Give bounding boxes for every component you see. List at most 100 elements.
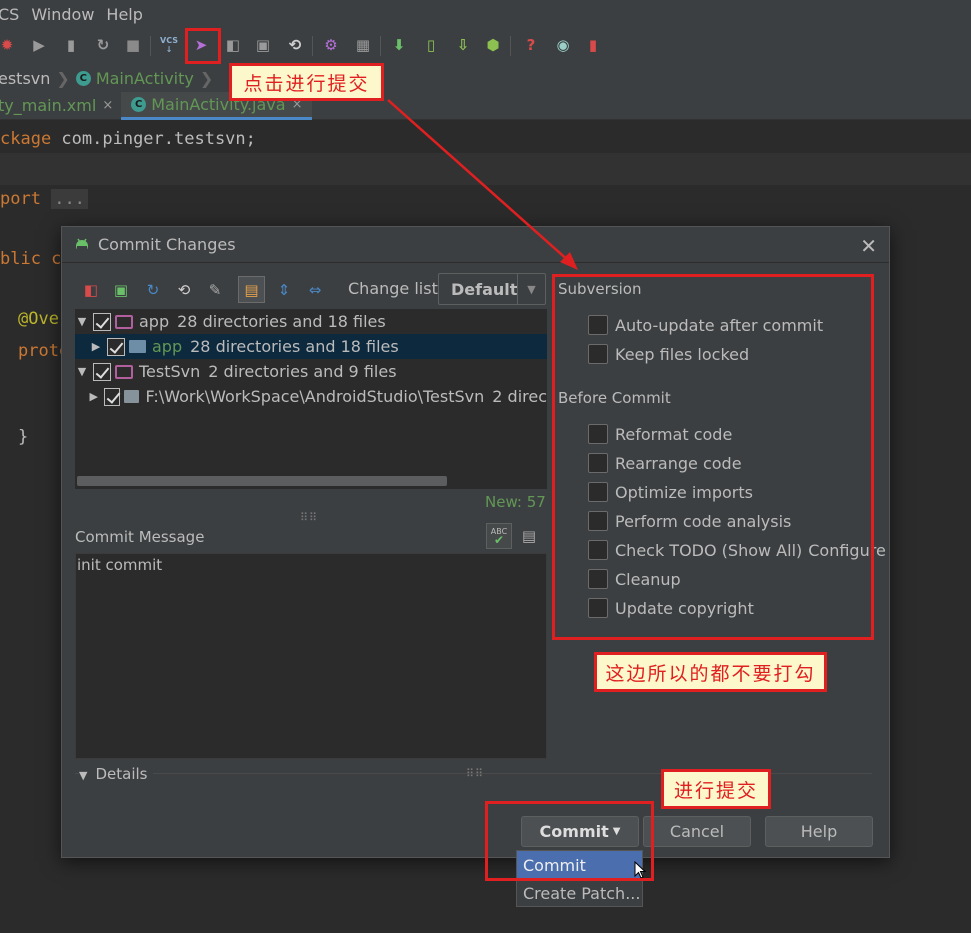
expand-all-icon[interactable]: ⇕: [273, 279, 295, 301]
tree-item-info: 2 direc: [492, 387, 547, 406]
check-mark-icon: ✔: [493, 533, 505, 547]
tab-activity-main-xml[interactable]: ty_main.xml ×: [0, 92, 121, 120]
menu-help[interactable]: Help: [106, 5, 142, 24]
new-files-count: New: 57: [485, 493, 546, 511]
refresh-icon[interactable]: ↻: [142, 279, 164, 301]
code-line: blic c: [0, 249, 61, 269]
android-studio-icon: [76, 238, 88, 252]
highlight-commit-button: [485, 801, 654, 881]
toolbar-separator: [150, 36, 151, 56]
callout-click-commit: 点击进行提交: [229, 63, 384, 101]
editor-tab-bar: ty_main.xml × C MainActivity.java ×: [0, 91, 971, 120]
tree-horizontal-scrollbar[interactable]: [75, 474, 547, 488]
vcs-revert-icon[interactable]: ⟲: [284, 34, 306, 56]
phone-icon[interactable]: ▮: [582, 34, 604, 56]
splitter-grip-icon[interactable]: ⠿⠿: [466, 767, 484, 780]
collapse-all-icon[interactable]: ⇔: [304, 279, 326, 301]
close-icon[interactable]: ×: [102, 98, 113, 113]
settings-gear-icon[interactable]: ⚙: [320, 34, 342, 56]
tree-checkbox[interactable]: [93, 362, 111, 381]
commit-message-history-icon[interactable]: ▤: [518, 525, 540, 547]
rollback-icon[interactable]: ⟲: [173, 279, 195, 301]
run-coverage-icon[interactable]: ▶: [28, 34, 50, 56]
group-by-directory-icon[interactable]: ▤: [238, 276, 265, 303]
code-line: ckage com.pinger.testsvn;: [0, 129, 256, 149]
breadcrumb-separator-icon: ❯: [199, 68, 214, 88]
attach-debugger-icon[interactable]: ↻: [92, 34, 114, 56]
tree-checkbox[interactable]: [107, 337, 125, 356]
tree-item-name: app: [139, 312, 170, 331]
splitter-grip-icon[interactable]: ⠿⠿: [300, 511, 318, 524]
breadcrumb-separator-icon: ❯: [56, 68, 70, 88]
tab-label: ty_main.xml: [0, 96, 97, 115]
code-keyword: port: [0, 189, 41, 209]
class-icon: C: [131, 96, 147, 112]
avd-manager-icon[interactable]: ▯: [420, 34, 442, 56]
help-button[interactable]: Help: [765, 816, 873, 847]
move-to-changelist-icon[interactable]: ▣: [110, 279, 132, 301]
sync-gradle-icon[interactable]: ⬇: [388, 34, 410, 56]
changelist-label: Change list:: [348, 279, 444, 298]
tree-checkbox[interactable]: [104, 387, 121, 406]
toolbar-separator: [312, 36, 313, 56]
project-structure-icon[interactable]: ▦: [352, 34, 374, 56]
collapsed-arrow-icon[interactable]: ▶: [88, 390, 101, 403]
commit-message-input[interactable]: init commit: [75, 553, 547, 759]
profile-icon[interactable]: ▮: [60, 34, 82, 56]
highlight-options-panel: [552, 274, 874, 640]
device-icon[interactable]: ◉: [552, 34, 574, 56]
details-label: Details: [95, 765, 148, 783]
code-line: }: [18, 427, 28, 447]
breadcrumb-class[interactable]: MainActivity: [96, 69, 194, 88]
expanded-arrow-icon[interactable]: ▼: [75, 365, 89, 378]
changes-tree[interactable]: ▼ app 28 directories and 18 files ▶ app …: [75, 309, 547, 489]
menu-item-create-patch[interactable]: Create Patch...: [517, 879, 642, 907]
edit-source-icon[interactable]: ✎: [204, 279, 226, 301]
collapsed-arrow-icon[interactable]: ▶: [89, 340, 103, 353]
folded-imports[interactable]: ...: [51, 189, 88, 209]
tree-row[interactable]: ▶ app 28 directories and 18 files: [75, 334, 547, 359]
tree-row[interactable]: ▼ app 28 directories and 18 files: [75, 309, 547, 334]
expanded-arrow-icon[interactable]: ▼: [75, 315, 89, 328]
current-line-highlight: [0, 153, 971, 185]
module-icon: [115, 314, 133, 329]
class-icon: C: [75, 70, 91, 86]
code-text: com.pinger.testsvn;: [51, 129, 256, 149]
tree-item-info: 28 directories and 18 files: [177, 312, 386, 331]
menu-vcs[interactable]: CS: [0, 5, 19, 24]
vcs-update-icon[interactable]: VCS ↓: [158, 34, 180, 56]
dialog-title: Commit Changes: [98, 235, 236, 254]
android-monitor-icon[interactable]: ⬢: [482, 34, 504, 56]
toolbar-separator: [380, 36, 381, 56]
sdk-manager-icon[interactable]: ⇩: [452, 34, 474, 56]
breadcrumb-project[interactable]: estsvn: [0, 69, 50, 88]
callout-no-check: 这边所以的都不要打勾: [594, 652, 827, 692]
stop-icon[interactable]: ■: [122, 34, 144, 56]
code-keyword: ckage: [0, 129, 52, 149]
vcs-compare-icon[interactable]: ◧: [222, 34, 244, 56]
cancel-button[interactable]: Cancel: [643, 816, 751, 847]
highlight-commit-toolbar-button: [185, 28, 221, 64]
help-question-icon[interactable]: ?: [520, 34, 542, 56]
debug-icon[interactable]: ✹: [0, 34, 18, 56]
tree-row[interactable]: ▶ F:\Work\WorkSpace\AndroidStudio\TestSv…: [75, 384, 547, 409]
tree-item-info: 28 directories and 18 files: [190, 337, 399, 356]
chevron-down-icon: ▼: [517, 274, 545, 304]
commit-message-text: init commit: [77, 556, 163, 574]
folder-icon: [129, 340, 146, 353]
tree-item-name: TestSvn: [139, 362, 201, 381]
spellcheck-icon[interactable]: ABC ✔: [486, 523, 512, 549]
show-diff-icon[interactable]: ◧: [80, 279, 102, 301]
menu-window[interactable]: Window: [31, 5, 94, 24]
dialog-title-bar[interactable]: Commit Changes ✕: [62, 227, 889, 263]
close-icon[interactable]: ✕: [860, 234, 877, 258]
scrollbar-thumb[interactable]: [77, 476, 447, 486]
changelist-select[interactable]: Default ▼: [438, 273, 546, 305]
toolbar-separator: [510, 36, 511, 56]
tree-item-info: 2 directories and 9 files: [208, 362, 397, 381]
vcs-history-icon[interactable]: ▣: [252, 34, 274, 56]
tree-checkbox[interactable]: [93, 312, 111, 331]
tree-row[interactable]: ▼ TestSvn 2 directories and 9 files: [75, 359, 547, 384]
tree-item-name: F:\Work\WorkSpace\AndroidStudio\TestSvn: [145, 387, 485, 406]
details-toggle[interactable]: ▼ Details: [79, 765, 154, 783]
